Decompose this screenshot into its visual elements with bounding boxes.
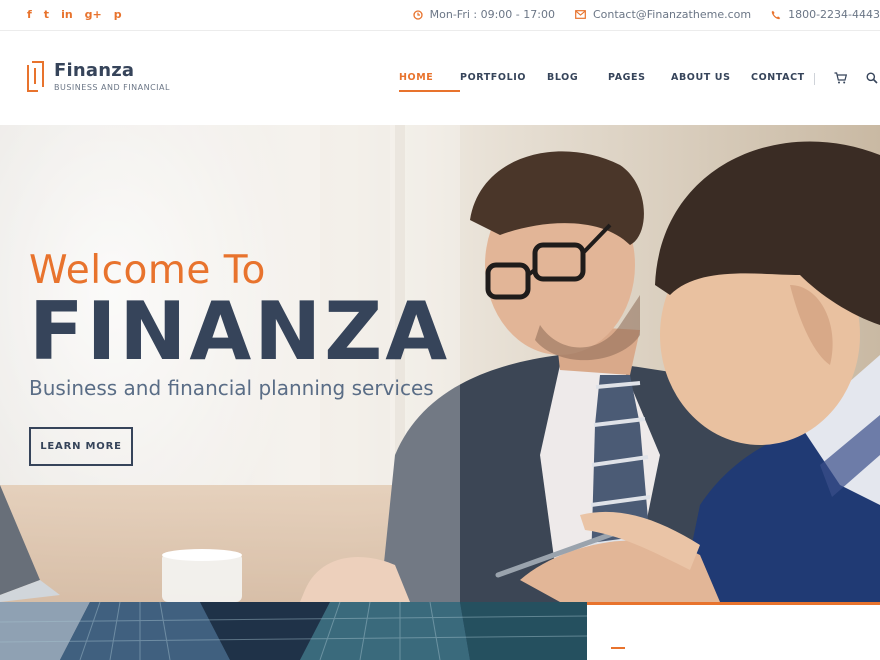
learn-more-button[interactable]: LEARN MORE [29, 427, 133, 466]
nav-item-portfolio[interactable]: PORTFOLIO [460, 72, 547, 83]
contact-info: Mon-Fri : 09:00 - 17:00 Contact@Finanzat… [412, 8, 880, 21]
logo[interactable]: Finanza BUSINESS AND FINANCIAL [27, 61, 170, 92]
logo-mark-icon [27, 61, 44, 92]
facebook-icon[interactable]: f [27, 9, 32, 21]
google-plus-icon[interactable]: g+ [85, 9, 102, 21]
phone-icon [771, 10, 781, 19]
twitter-icon[interactable]: t [44, 9, 49, 21]
hero-title: FINANZA [29, 285, 451, 378]
phone-text[interactable]: 1800-2234-4443 [788, 8, 880, 21]
clock-icon [412, 9, 423, 20]
hours-text: Mon-Fri : 09:00 - 17:00 [429, 8, 555, 21]
nav-divider [814, 73, 815, 85]
site-header: Finanza BUSINESS AND FINANCIAL HOME PORT… [0, 31, 880, 125]
hero-banner: Welcome To FINANZA Business and financia… [0, 125, 880, 602]
email-item[interactable]: Contact@Finanzatheme.com [575, 8, 751, 21]
top-bar: f t in g+ p Mon-Fri : 09:00 - 17:00 Cont… [0, 0, 880, 31]
email-text[interactable]: Contact@Finanzatheme.com [593, 8, 751, 21]
hero-text: Welcome To FINANZA Business and financia… [29, 249, 450, 401]
building-photo [0, 602, 587, 660]
pinterest-icon[interactable]: p [114, 9, 122, 21]
brand-name: Finanza [54, 60, 135, 81]
linkedin-icon[interactable]: in [61, 9, 73, 21]
feature-card [587, 602, 880, 660]
social-links: f t in g+ p [27, 9, 122, 21]
nav-item-home[interactable]: HOME [399, 72, 460, 92]
nav-item-pages[interactable]: PAGES [608, 72, 671, 83]
nav-item-contact[interactable]: CONTACT [751, 72, 805, 83]
hero-subtitle: Business and financial planning services [29, 376, 434, 400]
building-image [0, 602, 587, 660]
brand-tagline: BUSINESS AND FINANCIAL [54, 83, 170, 92]
brand-text: Finanza BUSINESS AND FINANCIAL [54, 60, 170, 93]
envelope-icon [575, 10, 586, 19]
search-icon[interactable] [866, 72, 878, 84]
phone-item[interactable]: 1800-2234-4443 [771, 8, 880, 21]
nav-item-blog[interactable]: BLOG [547, 72, 608, 83]
main-nav: HOME PORTFOLIO BLOG PAGES ABOUT US CONTA… [399, 72, 805, 92]
hours-item: Mon-Fri : 09:00 - 17:00 [412, 8, 555, 21]
nav-item-about-us[interactable]: ABOUT US [671, 72, 751, 83]
accent-dash [611, 647, 625, 649]
cart-icon[interactable] [834, 72, 847, 84]
